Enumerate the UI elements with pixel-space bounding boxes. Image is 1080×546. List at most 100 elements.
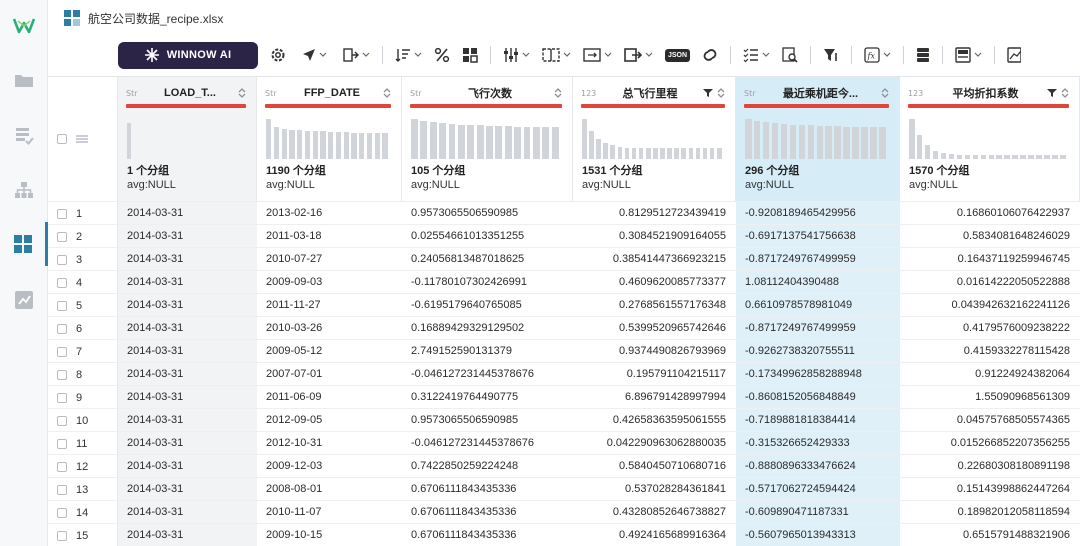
- table-cell[interactable]: -0.8717249767499959: [736, 248, 900, 271]
- table-cell[interactable]: 0.42658363595061555: [573, 409, 736, 432]
- sort-toggle-icon[interactable]: [1061, 87, 1069, 99]
- adjust-columns-icon[interactable]: [503, 42, 530, 68]
- table-cell[interactable]: 0.04575768505574365: [900, 409, 1080, 432]
- table-cell[interactable]: 0.5399520965742646: [573, 317, 736, 340]
- table-cell[interactable]: 2010-11-07: [257, 501, 402, 524]
- table-cell[interactable]: 2012-09-05: [257, 409, 402, 432]
- table-cell[interactable]: 0.16860106076422937: [900, 202, 1080, 225]
- hierarchy-icon[interactable]: [0, 168, 48, 212]
- filter-icon[interactable]: [1047, 88, 1057, 98]
- column-header[interactable]: Str FFP_DATE 1190 个分组 avg:NULL: [257, 77, 402, 201]
- export-icon[interactable]: [624, 42, 653, 68]
- layout-icon[interactable]: [955, 42, 982, 68]
- transform-icon[interactable]: [343, 42, 370, 68]
- column-header[interactable]: Str LOAD_T... 1 个分组 avg:NULL: [118, 77, 257, 201]
- row-checkbox[interactable]: [57, 277, 67, 288]
- column-header[interactable]: Str 飞行次数 105 个分组 avg:NULL: [402, 77, 573, 201]
- column-header[interactable]: 123 总飞行里程 1531 个分组 avg:NULL: [573, 77, 736, 201]
- table-cell[interactable]: 0.19579110421511​7: [573, 363, 736, 386]
- table-cell[interactable]: 1.08112404390488: [736, 271, 900, 294]
- table-cell[interactable]: 0.6706111843435336: [402, 524, 573, 546]
- table-cell[interactable]: 0.2768561557176348: [573, 294, 736, 317]
- formula-icon[interactable]: fx: [864, 42, 891, 68]
- table-cell[interactable]: 2014-03-31: [118, 409, 257, 432]
- table-row[interactable]: 14 2014-03-31 2010-11-07 0.670611184343533…: [48, 500, 1080, 524]
- split-column-icon[interactable]: [542, 42, 571, 68]
- row-checkbox[interactable]: [57, 530, 67, 541]
- table-cell[interactable]: 2011-06-09: [257, 386, 402, 409]
- table-cell[interactable]: -0.8608152056848849: [736, 386, 900, 409]
- table-row[interactable]: 12 2014-03-31 2009-12-03 0.742285025922424…: [48, 454, 1080, 478]
- row-checkbox[interactable]: [57, 254, 67, 265]
- row-checkbox[interactable]: [57, 438, 67, 449]
- table-cell[interactable]: 2012-10-31: [257, 432, 402, 455]
- app-logo-icon[interactable]: [0, 4, 48, 48]
- table-cell[interactable]: -0.6195179640765085: [402, 294, 573, 317]
- table-row[interactable]: 5 2014-03-31 2011-11-27 -0.619517964076508…: [48, 293, 1080, 317]
- table-cell[interactable]: 2011-03-18: [257, 225, 402, 248]
- table-cell[interactable]: 0.16889429329129502: [402, 317, 573, 340]
- table-cell[interactable]: 0.02554661013351255: [402, 225, 573, 248]
- table-row[interactable]: 7 2014-03-31 2009-05-12 2.749152590131379 0…: [48, 339, 1080, 363]
- row-checkbox[interactable]: [57, 507, 67, 518]
- table-cell[interactable]: 0.042290963062880035: [573, 432, 736, 455]
- row-options-icon[interactable]: [75, 134, 89, 144]
- row-checkbox[interactable]: [57, 346, 67, 357]
- table-cell[interactable]: 2014-03-31: [118, 386, 257, 409]
- table-cell[interactable]: 2010-07-27: [257, 248, 402, 271]
- table-cell[interactable]: 0.043942632162241126: [900, 294, 1080, 317]
- table-row[interactable]: 2 2014-03-31 2011-03-18 0.0255466101335125…: [48, 224, 1080, 248]
- table-row[interactable]: 4 2014-03-31 2009-09-03 -0.117801073024269…: [48, 270, 1080, 294]
- table-cell[interactable]: 0.3084521909164055: [573, 225, 736, 248]
- row-checkbox[interactable]: [57, 300, 67, 311]
- table-cell[interactable]: 0.4609620085773377: [573, 271, 736, 294]
- table-cell[interactable]: 2014-03-31: [118, 432, 257, 455]
- table-cell[interactable]: 2014-03-31: [118, 317, 257, 340]
- sort-toggle-icon[interactable]: [717, 87, 725, 99]
- table-cell[interactable]: 1.55090968561309: [900, 386, 1080, 409]
- table-cell[interactable]: 0.5840450710680716: [573, 455, 736, 478]
- percent-icon[interactable]: [434, 42, 450, 68]
- row-checkbox[interactable]: [57, 392, 67, 403]
- table-cell[interactable]: 0.7422850259224248: [402, 455, 573, 478]
- table-cell[interactable]: 0.22680308180891198: [900, 455, 1080, 478]
- table-cell[interactable]: 0.1898201205811859​4: [900, 501, 1080, 524]
- table-cell[interactable]: 0.4159332278115428: [900, 340, 1080, 363]
- table-cell[interactable]: 0.5834081648246029: [900, 225, 1080, 248]
- table-cell[interactable]: 2009-05-12: [257, 340, 402, 363]
- sort-toggle-icon[interactable]: [881, 87, 889, 99]
- column-header[interactable]: 123 平均折扣系数 1570 个分组 avg:NULL: [900, 77, 1080, 201]
- table-cell[interactable]: -0.7189881818384414: [736, 409, 900, 432]
- table-cell[interactable]: 0.6610978578981049: [736, 294, 900, 317]
- table-row[interactable]: 10 2014-03-31 2012-09-05 0.957306550659098…: [48, 408, 1080, 432]
- link-icon[interactable]: [702, 42, 718, 68]
- pivot-icon[interactable]: [462, 42, 478, 68]
- table-cell[interactable]: 0.6706111843435336: [402, 501, 573, 524]
- table-cell[interactable]: -0.609890471187331: [736, 501, 900, 524]
- table-cell[interactable]: -0.5717062724594424: [736, 478, 900, 501]
- row-checkbox[interactable]: [57, 484, 67, 495]
- table-cell[interactable]: -0.8717249767499959: [736, 317, 900, 340]
- checklist-icon[interactable]: [743, 42, 770, 68]
- table-row[interactable]: 6 2014-03-31 2010-03-26 0.1688942932912950…: [48, 316, 1080, 340]
- table-cell[interactable]: -0.9208189465429956: [736, 202, 900, 225]
- sort-toggle-icon[interactable]: [554, 87, 562, 99]
- table-row[interactable]: 8 2014-03-31 2007-07-01 -0.046127231445378…: [48, 362, 1080, 386]
- winnow-ai-button[interactable]: WINNOW AI: [118, 41, 258, 69]
- table-cell[interactable]: 2.749152590131379: [402, 340, 573, 363]
- sort-icon[interactable]: [395, 42, 422, 68]
- filter-column-icon[interactable]: [823, 42, 839, 68]
- table-cell[interactable]: 2014-03-31: [118, 340, 257, 363]
- table-row[interactable]: 15 2014-03-31 2009-10-15 0.670611184343533…: [48, 523, 1080, 546]
- table-cell[interactable]: 2008-08-01: [257, 478, 402, 501]
- table-cell[interactable]: 2007-07-01: [257, 363, 402, 386]
- table-row[interactable]: 11 2014-03-31 2012-10-31 -0.04612723144537…: [48, 431, 1080, 455]
- json-button[interactable]: JSON: [665, 42, 691, 68]
- data-check-icon[interactable]: [0, 114, 48, 158]
- table-cell[interactable]: -0.046127231445378676: [402, 432, 573, 455]
- dashboard-icon[interactable]: [0, 222, 48, 266]
- table-cell[interactable]: 2014-03-31: [118, 225, 257, 248]
- table-cell[interactable]: 0.9573065506590985: [402, 409, 573, 432]
- table-cell[interactable]: 2014-03-31: [118, 294, 257, 317]
- table-cell[interactable]: 0.6706111843435336: [402, 478, 573, 501]
